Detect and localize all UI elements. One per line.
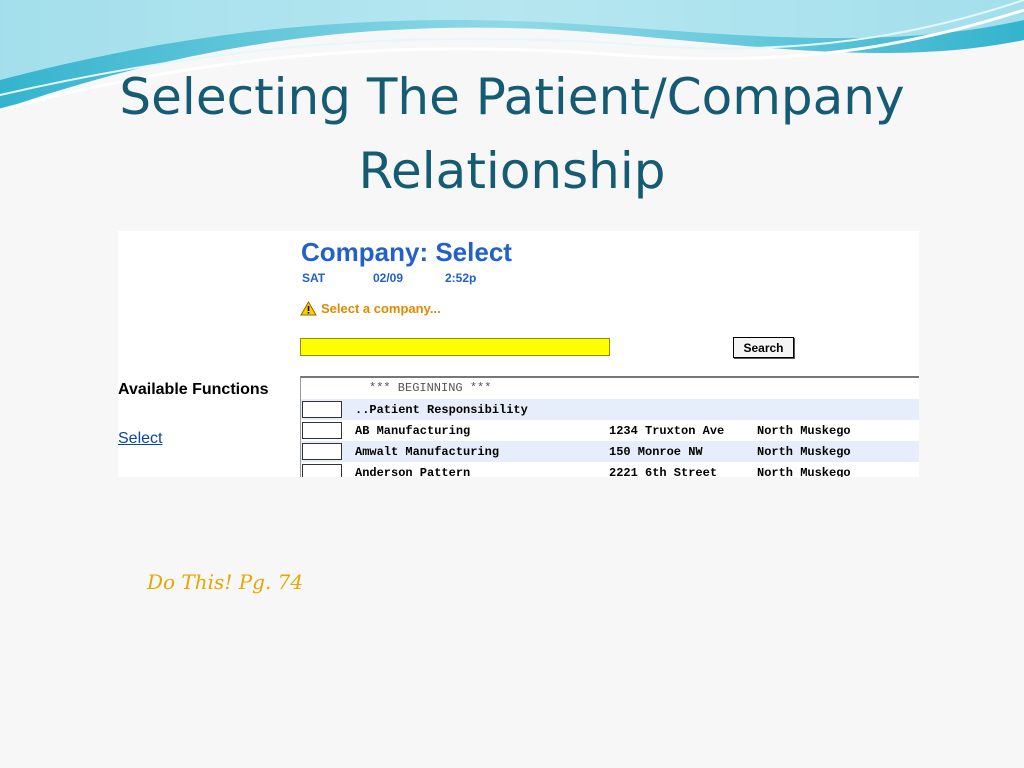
prompt-text: Select a company... [321, 301, 441, 316]
select-link[interactable]: Select [118, 430, 162, 448]
list-item[interactable]: AB Manufacturing 1234 Truxton Ave North … [301, 420, 919, 441]
day-label: SAT [302, 271, 326, 285]
list-item[interactable]: ..Patient Responsibility [301, 399, 919, 420]
company-address: 150 Monroe NW [609, 445, 703, 459]
company-name: Anderson Pattern [355, 466, 471, 477]
company-city: North Muskego [757, 445, 851, 459]
select-box[interactable] [302, 464, 342, 477]
list-item[interactable]: Amwalt Manufacturing 150 Monroe NW North… [301, 441, 919, 462]
company-address: 1234 Truxton Ave [609, 424, 725, 438]
search-input[interactable] [300, 338, 610, 356]
company-name: AB Manufacturing [355, 424, 471, 438]
company-name: ..Patient Responsibility [355, 403, 528, 417]
list-item[interactable]: Anderson Pattern 2221 6th Street North M… [301, 462, 919, 477]
slide-footnote: Do This! Pg. 74 [147, 570, 304, 594]
company-city: North Muskego [757, 466, 851, 477]
company-name: Amwalt Manufacturing [355, 445, 500, 459]
list-beginning-row: *** BEGINNING *** [301, 378, 919, 399]
status-message: Select a company... [300, 301, 441, 316]
beginning-marker: *** BEGINNING *** [369, 381, 492, 395]
select-box[interactable] [302, 443, 342, 460]
date-label: 02/09 [373, 271, 404, 285]
available-functions-heading: Available Functions [118, 381, 269, 398]
results-list: *** BEGINNING *** ..Patient Responsibili… [300, 376, 919, 477]
search-button[interactable]: Search [733, 337, 794, 358]
select-box[interactable] [302, 422, 342, 439]
company-city: North Muskego [757, 424, 851, 438]
page-title: Company: Select [301, 237, 512, 267]
company-address: 2221 6th Street [609, 466, 718, 477]
time-label: 2:52p [445, 271, 477, 285]
app-screenshot: Company: Select SAT 02/09 2:52p Select a… [118, 231, 919, 477]
select-box[interactable] [302, 401, 342, 418]
slide-title: Selecting The Patient/Company Relationsh… [119, 68, 905, 200]
warning-icon [300, 301, 317, 316]
